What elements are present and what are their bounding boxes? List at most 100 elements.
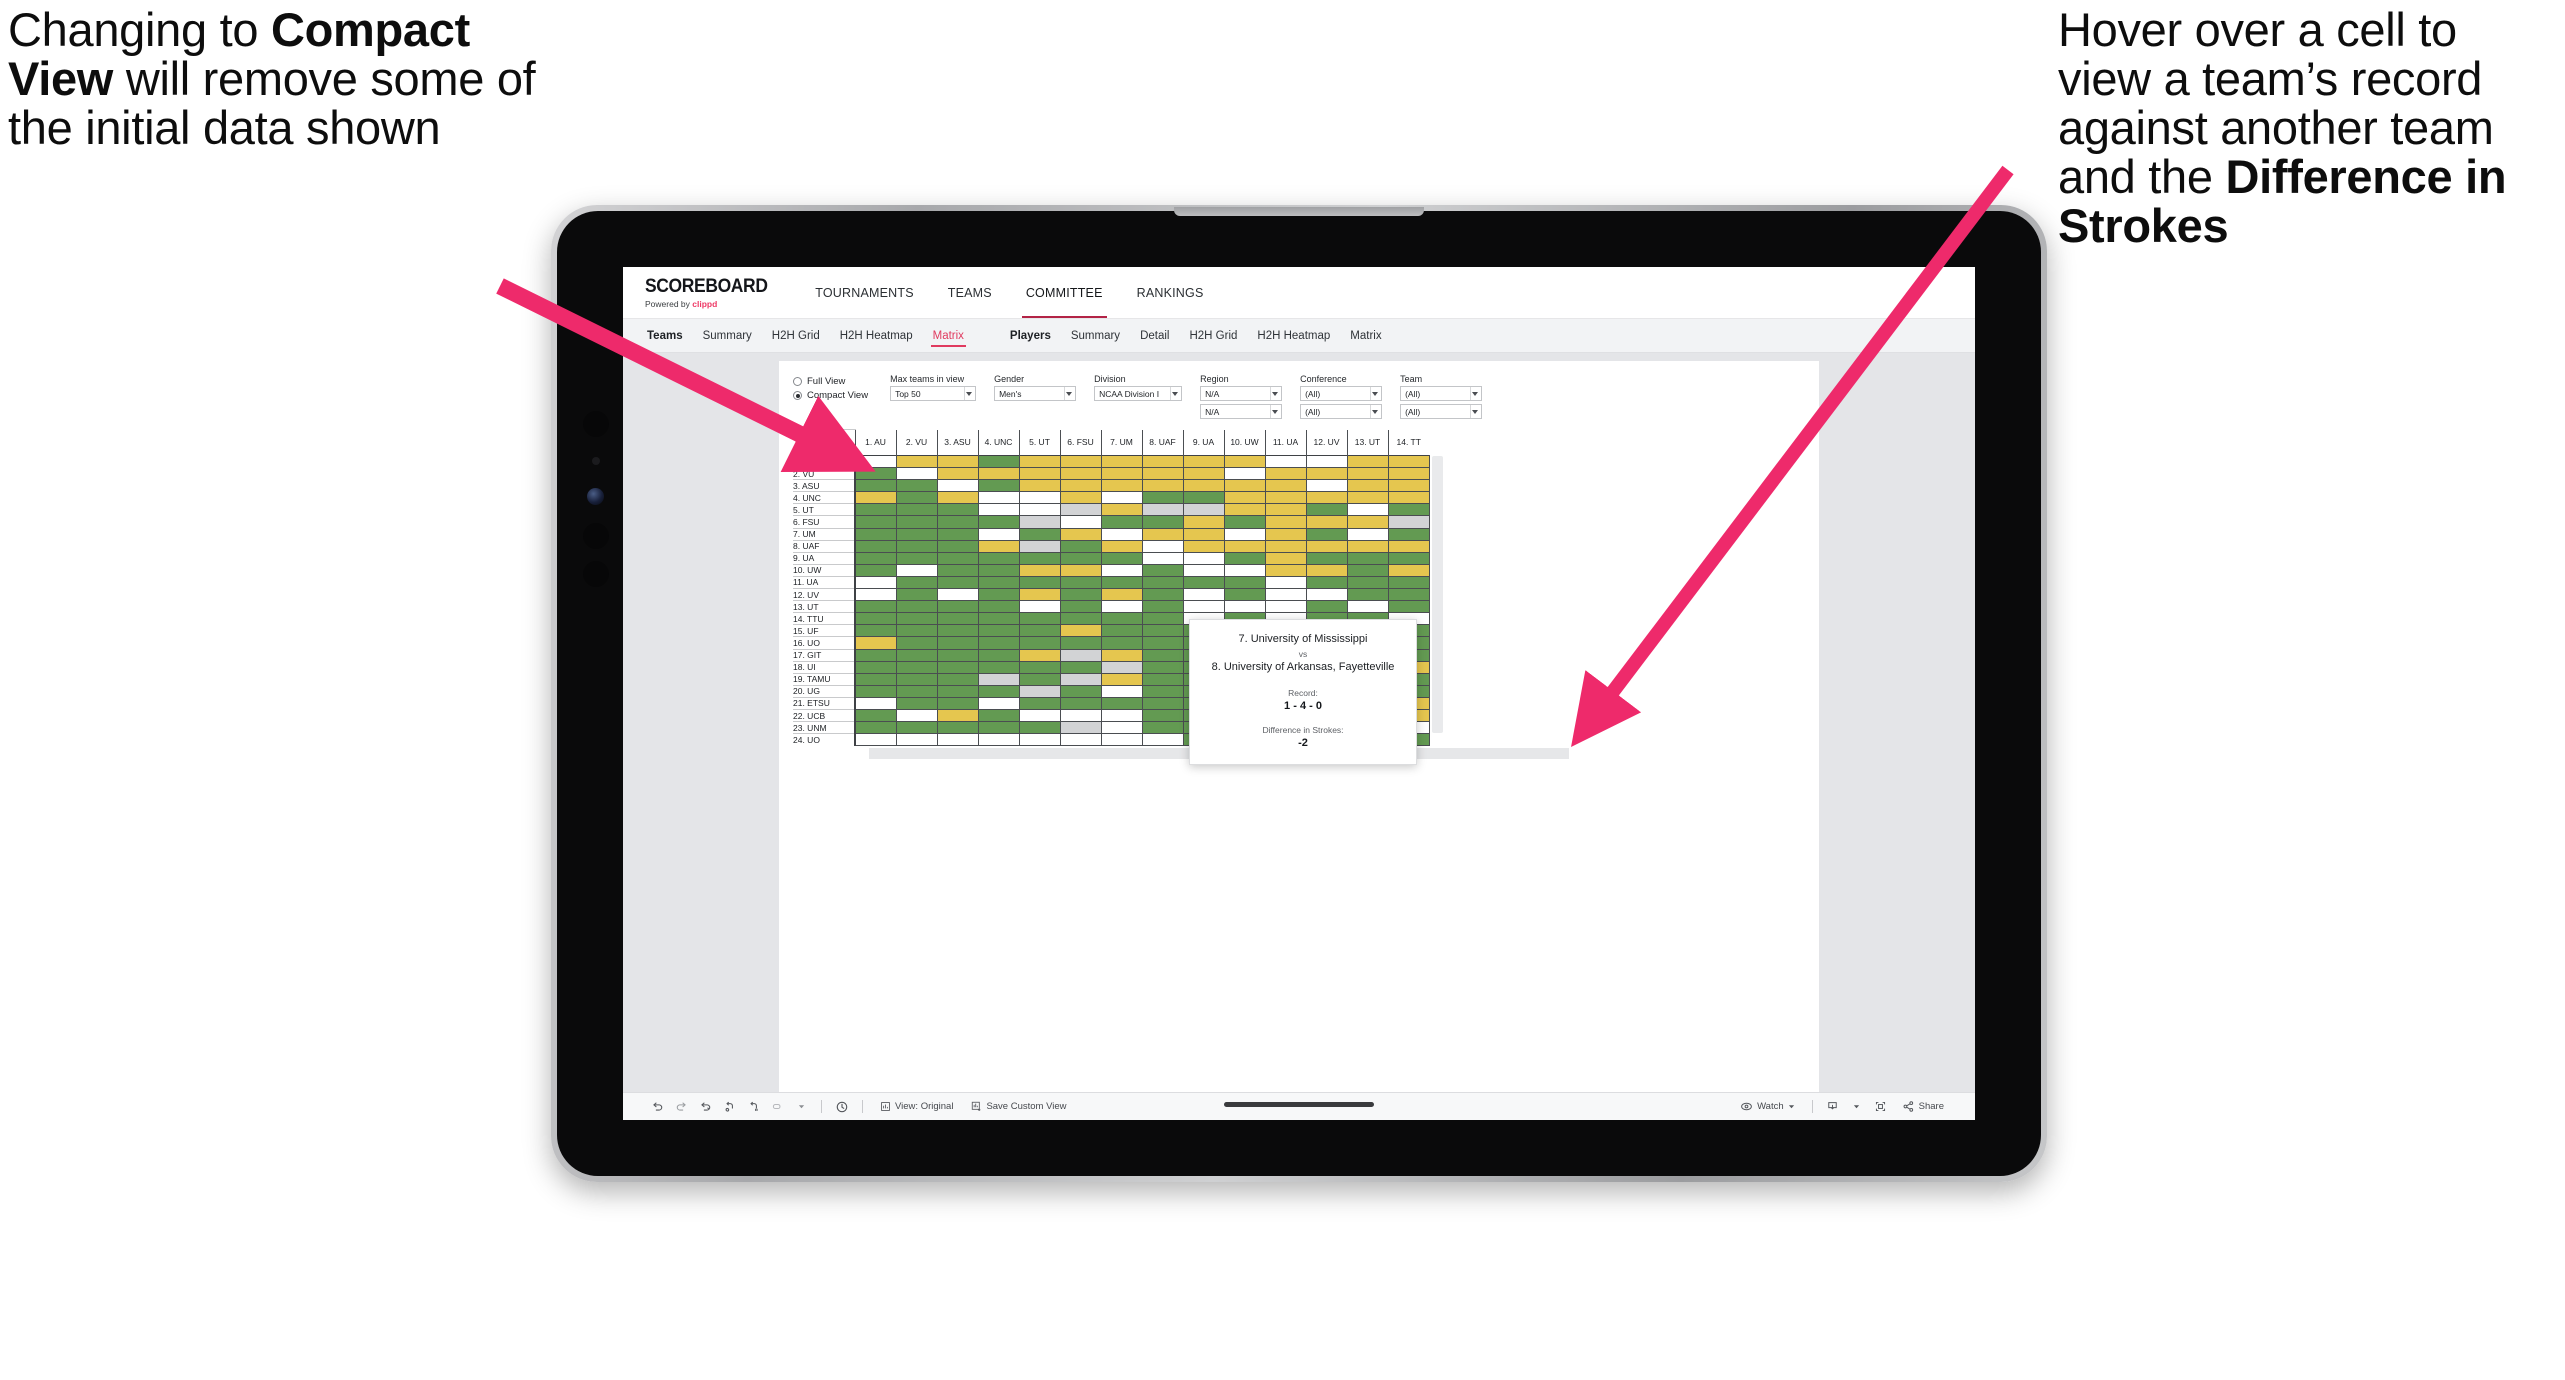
matrix-cell[interactable]: [977, 491, 1020, 505]
matrix-cell[interactable]: [1346, 539, 1389, 553]
matrix-cell[interactable]: [977, 503, 1020, 517]
matrix-cell[interactable]: [977, 588, 1020, 602]
matrix-cell[interactable]: [895, 721, 938, 735]
save-custom-view-button[interactable]: Save Custom View: [962, 1101, 1075, 1112]
matrix-row-header[interactable]: 11. UA: [793, 575, 855, 589]
matrix-cell[interactable]: [854, 721, 897, 735]
matrix-cell[interactable]: [1018, 527, 1061, 541]
matrix-cell[interactable]: [1305, 563, 1348, 577]
matrix-cell[interactable]: [977, 527, 1020, 541]
matrix-cell[interactable]: [1059, 454, 1102, 469]
matrix-cell[interactable]: [936, 539, 979, 553]
matrix-cell[interactable]: [1018, 636, 1061, 650]
matrix-cell[interactable]: [1182, 600, 1225, 614]
matrix-cell[interactable]: [1100, 575, 1143, 590]
matrix-cell[interactable]: [936, 551, 979, 565]
matrix-cell[interactable]: [936, 479, 979, 493]
subnav-players-detail[interactable]: Detail: [1130, 319, 1179, 353]
matrix-cell[interactable]: [895, 636, 938, 650]
matrix-cell[interactable]: [1141, 600, 1184, 614]
matrix-cell[interactable]: [936, 624, 979, 638]
matrix-cell[interactable]: [1018, 515, 1061, 529]
matrix-cell[interactable]: [1141, 539, 1184, 553]
watch-button[interactable]: Watch: [1731, 1100, 1804, 1113]
pause-icon[interactable]: [741, 1093, 765, 1121]
matrix-cell[interactable]: [936, 721, 979, 735]
matrix-cell[interactable]: [895, 660, 938, 674]
matrix-cell[interactable]: [1264, 575, 1307, 590]
matrix-cell[interactable]: [1141, 503, 1184, 517]
matrix-cell[interactable]: [895, 684, 938, 698]
topnav-tournaments[interactable]: TOURNAMENTS: [798, 267, 931, 318]
matrix-cell[interactable]: [854, 660, 897, 674]
matrix-cell[interactable]: [977, 539, 1020, 553]
matrix-cell[interactable]: [1346, 454, 1389, 469]
matrix-row-header[interactable]: 10. UW: [793, 563, 855, 577]
matrix-cell[interactable]: [977, 479, 1020, 493]
matrix-cell[interactable]: [895, 600, 938, 614]
matrix-cell[interactable]: [936, 660, 979, 674]
matrix-cell[interactable]: [1141, 515, 1184, 529]
matrix-cell[interactable]: [977, 636, 1020, 650]
matrix-cell[interactable]: [1346, 575, 1389, 590]
matrix-cell[interactable]: [1100, 491, 1143, 505]
matrix-cell[interactable]: [1182, 515, 1225, 529]
matrix-cell[interactable]: [1141, 624, 1184, 638]
fullscreen-icon[interactable]: [1869, 1093, 1893, 1121]
matrix-cell[interactable]: [1059, 539, 1102, 553]
matrix-cell[interactable]: [1100, 551, 1143, 565]
matrix-column-header[interactable]: 12. UV: [1305, 429, 1347, 456]
matrix-cell[interactable]: [895, 503, 938, 517]
matrix-cell[interactable]: [1059, 636, 1102, 650]
matrix-cell[interactable]: [1141, 684, 1184, 698]
refresh-icon[interactable]: [717, 1093, 741, 1121]
matrix-cell[interactable]: [1059, 708, 1102, 723]
matrix-cell[interactable]: [1100, 539, 1143, 553]
subnav-players-summary[interactable]: Summary: [1061, 319, 1130, 353]
matrix-cell[interactable]: [977, 515, 1020, 529]
download-icon[interactable]: [1821, 1093, 1845, 1121]
matrix-cell[interactable]: [1100, 624, 1143, 638]
subnav-players-matrix[interactable]: Matrix: [1340, 319, 1391, 353]
matrix-cell[interactable]: [1100, 515, 1143, 529]
matrix-cell[interactable]: [1346, 551, 1389, 565]
matrix-cell[interactable]: [977, 612, 1020, 626]
matrix-row-header[interactable]: 3. ASU: [793, 479, 855, 492]
matrix-cell[interactable]: [854, 551, 897, 565]
matrix-row-header[interactable]: 7. UM: [793, 527, 855, 541]
matrix-cell[interactable]: [1018, 684, 1061, 698]
matrix-cell[interactable]: [1100, 721, 1143, 735]
matrix-cell[interactable]: [1346, 479, 1389, 493]
matrix-column-header[interactable]: 9. UA: [1182, 429, 1224, 456]
matrix-cell[interactable]: [1018, 672, 1061, 686]
matrix-cell[interactable]: [1182, 575, 1225, 590]
matrix-column-header[interactable]: 13. UT: [1346, 429, 1388, 456]
matrix-cell[interactable]: [977, 721, 1020, 735]
matrix-cell[interactable]: [895, 708, 938, 723]
subnav-players-h2h-heatmap[interactable]: H2H Heatmap: [1247, 319, 1340, 353]
matrix-cell[interactable]: [1141, 672, 1184, 686]
matrix-cell[interactable]: [1182, 551, 1225, 565]
matrix-cell[interactable]: [1182, 588, 1225, 602]
matrix-cell[interactable]: [977, 684, 1020, 698]
matrix-cell[interactable]: [1182, 491, 1225, 505]
matrix-cell[interactable]: [895, 588, 938, 602]
select-division[interactable]: NCAA Division I: [1094, 386, 1183, 401]
matrix-cell[interactable]: [1018, 575, 1061, 590]
matrix-cell[interactable]: [1387, 479, 1430, 493]
matrix-cell[interactable]: [895, 563, 938, 577]
matrix-cell[interactable]: [1223, 503, 1266, 517]
matrix-cell[interactable]: [895, 575, 938, 590]
matrix-cell[interactable]: [977, 575, 1020, 590]
matrix-cell[interactable]: [936, 708, 979, 723]
matrix-row-header[interactable]: 20. UG: [793, 684, 855, 698]
matrix-row-header[interactable]: 4. UNC: [793, 491, 855, 504]
matrix-cell[interactable]: [1100, 454, 1143, 469]
pan-dropdown-icon[interactable]: [789, 1093, 813, 1121]
subnav-teams-matrix[interactable]: Matrix: [923, 319, 974, 353]
matrix-cell[interactable]: [1264, 600, 1307, 614]
matrix-cell[interactable]: [1305, 551, 1348, 565]
matrix-cell[interactable]: [1346, 563, 1389, 577]
matrix-cell[interactable]: [1264, 515, 1307, 529]
matrix-row-header[interactable]: 16. UO: [793, 636, 855, 649]
